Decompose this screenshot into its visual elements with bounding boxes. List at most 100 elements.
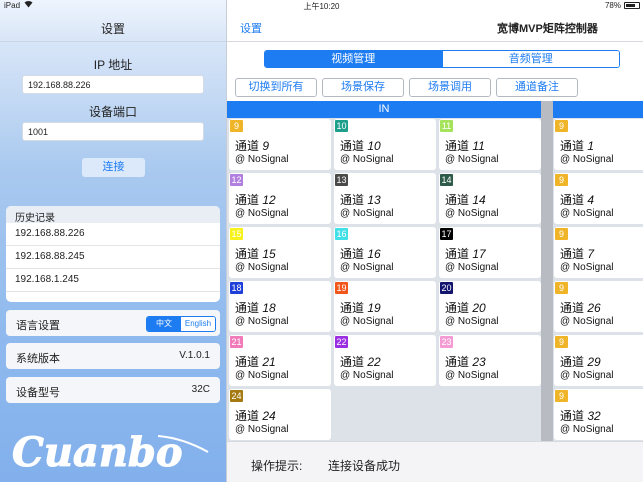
channel-number: 32	[587, 409, 601, 423]
channel-prefix: 通道	[445, 193, 470, 207]
channel-signal: @ NoSignal	[340, 316, 394, 327]
channel-prefix: 通道	[340, 355, 365, 369]
channel-signal: @ NoSignal	[340, 154, 394, 165]
channel-name: 通道 10	[340, 137, 381, 154]
channel-signal: @ NoSignal	[235, 154, 289, 165]
switch-all-button[interactable]: 切换到所有	[235, 78, 317, 97]
channel-cell[interactable]: 21 通道 21 @ NoSignal	[229, 335, 331, 386]
channel-cell[interactable]: 17 通道 17 @ NoSignal	[439, 227, 541, 278]
channel-prefix: 通道	[235, 139, 260, 153]
settings-back-button[interactable]: 设置	[240, 20, 262, 36]
channel-badge: 9	[230, 120, 243, 132]
channel-badge: 14	[440, 174, 453, 186]
channel-cell[interactable]: 16 通道 16 @ NoSignal	[334, 227, 436, 278]
channel-signal: @ NoSignal	[235, 424, 289, 435]
channel-prefix: 通道	[560, 409, 585, 423]
history-item[interactable]: 192.168.88.245	[6, 246, 220, 269]
channel-badge: 15	[230, 228, 243, 240]
channel-cell[interactable]: 9 通道 9 @ NoSignal	[229, 119, 331, 170]
channel-badge: 9	[555, 390, 568, 402]
channel-name: 通道 15	[235, 245, 276, 262]
language-option-english[interactable]: English	[181, 317, 215, 331]
channel-badge: 24	[230, 390, 243, 402]
channel-signal: @ NoSignal	[445, 154, 499, 165]
channel-prefix: 通道	[235, 247, 260, 261]
channel-signal: @ NoSignal	[340, 370, 394, 381]
port-input[interactable]: 1001	[22, 122, 204, 141]
channel-cell[interactable]: 14 通道 14 @ NoSignal	[439, 173, 541, 224]
channel-name: 通道 24	[235, 407, 276, 424]
tab-video[interactable]: 视频管理	[265, 51, 442, 67]
channel-cell[interactable]: 9 通道 32 @ NoSignal	[554, 389, 643, 440]
channel-cell[interactable]: 9 通道 29 @ NoSignal	[554, 335, 643, 386]
channel-number: 22	[367, 355, 381, 369]
ip-input[interactable]: 192.168.88.226	[22, 75, 204, 94]
channel-badge: 19	[335, 282, 348, 294]
channel-prefix: 通道	[340, 247, 365, 261]
channel-name: 通道 16	[340, 245, 381, 262]
channel-name: 通道 14	[445, 191, 486, 208]
save-scene-button[interactable]: 场景保存	[322, 78, 404, 97]
channel-badge: 9	[555, 228, 568, 240]
channel-notes-button[interactable]: 通道备注	[496, 78, 578, 97]
channel-badge: 17	[440, 228, 453, 240]
channel-cell[interactable]: 23 通道 23 @ NoSignal	[439, 335, 541, 386]
channel-number: 11	[472, 139, 485, 153]
channel-number: 19	[367, 301, 381, 315]
channel-prefix: 通道	[445, 247, 470, 261]
channel-cell[interactable]: 9 通道 4 @ NoSignal	[554, 173, 643, 224]
history-item[interactable]: 192.168.1.245	[6, 269, 220, 292]
ip-label: IP 地址	[93, 58, 133, 72]
app-title: 宽博MVP矩阵控制器	[497, 23, 598, 35]
channel-cell[interactable]: 10 通道 10 @ NoSignal	[334, 119, 436, 170]
channel-cell[interactable]: 13 通道 13 @ NoSignal	[334, 173, 436, 224]
model-label: 设备型号	[16, 387, 60, 399]
channel-name: 通道 1	[560, 137, 594, 154]
status-bar: iPad 上午10:20 78%	[0, 0, 643, 12]
matrix-panel: 设置 宽博MVP矩阵控制器 视频管理 音频管理 切换到所有 场景保存 场景调用 …	[226, 0, 643, 482]
channel-signal: @ NoSignal	[560, 208, 614, 219]
channel-prefix: 通道	[340, 139, 365, 153]
channel-name: 通道 4	[560, 191, 594, 208]
channel-prefix: 通道	[340, 193, 365, 207]
channel-name: 通道 21	[235, 353, 276, 370]
channel-cell[interactable]: 18 通道 18 @ NoSignal	[229, 281, 331, 332]
status-time: 上午10:20	[303, 2, 340, 11]
channel-number: 16	[367, 247, 381, 261]
channel-badge: 22	[335, 336, 348, 348]
channel-signal: @ NoSignal	[340, 262, 394, 273]
history-item[interactable]: 192.168.88.226	[6, 223, 220, 246]
language-label: 语言设置	[16, 320, 60, 332]
channel-signal: @ NoSignal	[560, 424, 614, 435]
connect-button[interactable]: 连接	[82, 158, 145, 177]
channel-number: 7	[587, 247, 595, 261]
channel-cell[interactable]: 9 通道 1 @ NoSignal	[554, 119, 643, 170]
channel-badge: 11	[440, 120, 453, 132]
channel-cell[interactable]: 15 通道 15 @ NoSignal	[229, 227, 331, 278]
battery-icon	[624, 2, 640, 9]
channel-cell[interactable]: 20 通道 20 @ NoSignal	[439, 281, 541, 332]
channel-number: 13	[367, 193, 381, 207]
language-option-chinese[interactable]: 中文	[147, 317, 181, 331]
tab-audio[interactable]: 音频管理	[441, 51, 619, 67]
channel-cell[interactable]: 19 通道 19 @ NoSignal	[334, 281, 436, 332]
channel-cell[interactable]: 11 通道 11 @ NoSignal	[439, 119, 541, 170]
channel-badge: 16	[335, 228, 348, 240]
channel-signal: @ NoSignal	[445, 370, 499, 381]
model-row: 设备型号 32C	[6, 377, 220, 403]
history-title: 历史记录	[6, 206, 220, 224]
channel-cell[interactable]: 9 通道 26 @ NoSignal	[554, 281, 643, 332]
channel-cell[interactable]: 22 通道 22 @ NoSignal	[334, 335, 436, 386]
channel-cell[interactable]: 12 通道 12 @ NoSignal	[229, 173, 331, 224]
channel-prefix: 通道	[560, 139, 585, 153]
channel-number: 1	[587, 139, 595, 153]
in-header: IN	[227, 101, 541, 118]
channel-number: 29	[587, 355, 601, 369]
channel-signal: @ NoSignal	[235, 208, 289, 219]
channel-number: 23	[472, 355, 486, 369]
history-list: 历史记录 192.168.88.226 192.168.88.245 192.1…	[6, 206, 220, 302]
load-scene-button[interactable]: 场景调用	[409, 78, 491, 97]
channel-cell[interactable]: 24 通道 24 @ NoSignal	[229, 389, 331, 440]
channel-name: 通道 7	[560, 245, 594, 262]
channel-cell[interactable]: 9 通道 7 @ NoSignal	[554, 227, 643, 278]
